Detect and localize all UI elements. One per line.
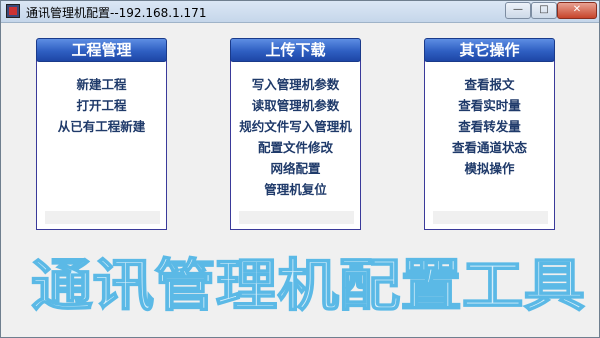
banner-title: 通讯管理机配置工具 [30, 253, 586, 319]
menu-item-view-channel-status[interactable]: 查看通道状态 [425, 137, 554, 158]
minimize-button[interactable]: — [505, 2, 531, 19]
app-window: 通讯管理机配置--192.168.1.171 — □ ✕ 新建工程 打开工程 从… [0, 0, 600, 338]
maximize-button[interactable]: □ [531, 2, 557, 19]
menu-item-new-from-existing[interactable]: 从已有工程新建 [37, 116, 166, 137]
upload-download-panel: 写入管理机参数 读取管理机参数 规约文件写入管理机 配置文件修改 网络配置 管理… [230, 48, 361, 230]
panel-item-list: 查看报文 查看实时量 查看转发量 查看通道状态 模拟操作 [425, 74, 554, 179]
panel-footer [239, 211, 354, 224]
menu-item-simulate[interactable]: 模拟操作 [425, 158, 554, 179]
title-bar[interactable]: 通讯管理机配置--192.168.1.171 — □ ✕ [1, 1, 599, 23]
banner-title-text: 通讯管理机配置工具 [31, 254, 585, 319]
project-management-panel: 新建工程 打开工程 从已有工程新建 [36, 48, 167, 230]
menu-item-reset-manager[interactable]: 管理机复位 [231, 179, 360, 200]
menu-item-network-config[interactable]: 网络配置 [231, 158, 360, 179]
menu-item-view-messages[interactable]: 查看报文 [425, 74, 554, 95]
menu-item-write-protocol-file[interactable]: 规约文件写入管理机 [231, 116, 360, 137]
panel-item-list: 新建工程 打开工程 从已有工程新建 [37, 74, 166, 137]
menu-item-write-params[interactable]: 写入管理机参数 [231, 74, 360, 95]
panel-footer [45, 211, 160, 224]
menu-item-view-forwarded[interactable]: 查看转发量 [425, 116, 554, 137]
window-title: 通讯管理机配置--192.168.1.171 [26, 6, 207, 20]
panel-header-project-management: 工程管理 [36, 38, 167, 62]
menu-item-edit-config-file[interactable]: 配置文件修改 [231, 137, 360, 158]
menu-item-new-project[interactable]: 新建工程 [37, 74, 166, 95]
menu-item-open-project[interactable]: 打开工程 [37, 95, 166, 116]
other-operations-panel: 查看报文 查看实时量 查看转发量 查看通道状态 模拟操作 [424, 48, 555, 230]
menu-item-view-realtime[interactable]: 查看实时量 [425, 95, 554, 116]
app-icon [6, 4, 20, 18]
menu-item-read-params[interactable]: 读取管理机参数 [231, 95, 360, 116]
panel-item-list: 写入管理机参数 读取管理机参数 规约文件写入管理机 配置文件修改 网络配置 管理… [231, 74, 360, 200]
panel-footer [433, 211, 548, 224]
close-button[interactable]: ✕ [557, 2, 597, 19]
panel-header-upload-download: 上传下载 [230, 38, 361, 62]
panel-header-other-operations: 其它操作 [424, 38, 555, 62]
